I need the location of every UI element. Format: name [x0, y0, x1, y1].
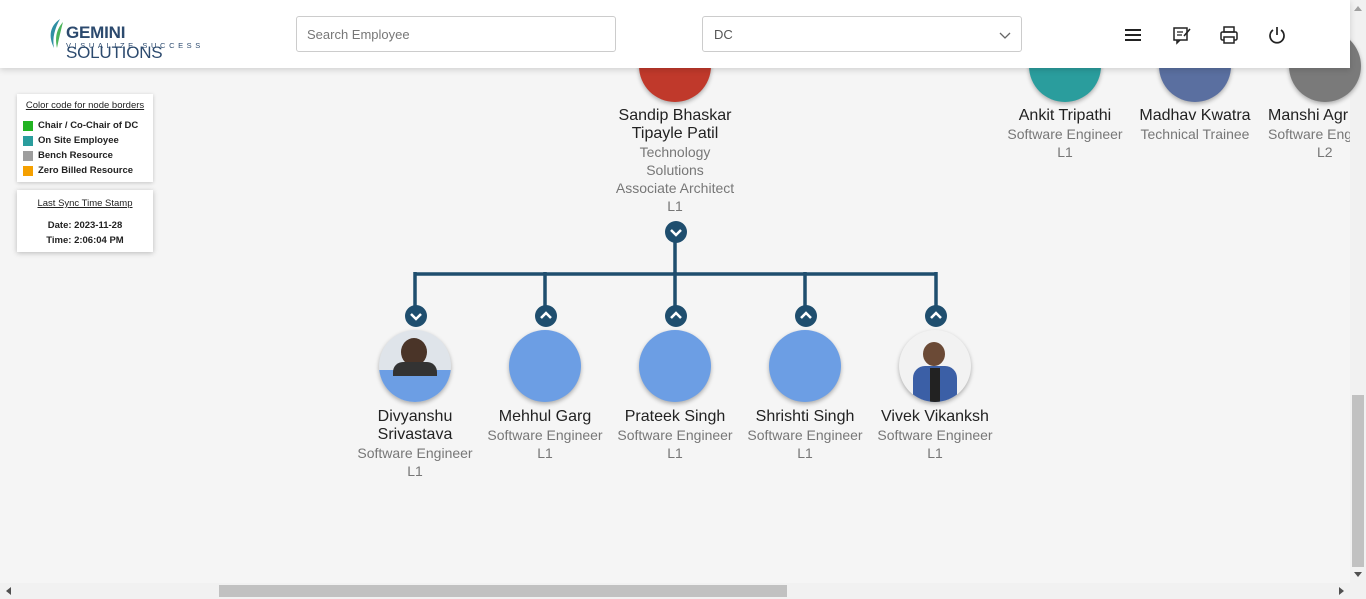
scroll-up-arrow-icon[interactable]	[1350, 2, 1366, 14]
node-department: Technology Solutions	[639, 144, 711, 178]
node-name: Mehhul Garg	[498, 408, 592, 425]
node-title: Software Engineer	[357, 445, 473, 461]
expand-toggle-icon[interactable]	[404, 304, 428, 328]
node-title: Software Engineer	[747, 427, 863, 443]
node-name: Manshi Agr	[1268, 107, 1349, 124]
dc-select-value: DC	[714, 27, 733, 42]
collapse-toggle-icon[interactable]	[664, 304, 688, 328]
logo-leaf-icon	[50, 19, 63, 48]
node-title: Software Engineer	[487, 427, 603, 443]
org-node[interactable]: Divyanshu Srivastava Software Engineer L…	[350, 408, 480, 480]
org-node[interactable]: Ankit Tripathi Software Engineer L1	[1000, 107, 1130, 161]
node-title: Software Eng	[1268, 126, 1350, 142]
node-title: Software Engineer	[877, 427, 993, 443]
node-level: L1	[667, 198, 683, 214]
node-name: Madhav Kwatra	[1139, 107, 1251, 124]
dc-select[interactable]: DC	[702, 16, 1022, 52]
node-title: Software Engineer	[1007, 126, 1123, 142]
node-level: L1	[667, 445, 683, 461]
node-name: Vivek Vikanksh	[881, 408, 989, 425]
avatar[interactable]	[509, 330, 581, 402]
print-icon[interactable]	[1218, 24, 1240, 46]
company-logo[interactable]: GEMINI SOLUTIONS VISUALIZE SUCCESS	[46, 18, 216, 62]
node-level: L1	[1057, 144, 1073, 160]
org-node[interactable]: Prateek Singh Software Engineer L1	[610, 408, 740, 462]
node-title: Technical Trainee	[1140, 126, 1250, 142]
node-name: Shrishti Singh	[755, 408, 855, 425]
avatar[interactable]	[639, 330, 711, 402]
collapse-toggle-icon[interactable]	[534, 304, 558, 328]
org-node-parent[interactable]: Sandip Bhaskar Tipayle Patil Technology …	[610, 107, 740, 215]
avatar[interactable]	[769, 330, 841, 402]
org-node[interactable]: Manshi Agr Software Eng L2	[1260, 107, 1350, 161]
node-title: Software Engineer	[617, 427, 733, 443]
node-name: Sandip Bhaskar Tipayle Patil	[618, 107, 732, 142]
node-name: Prateek Singh	[624, 408, 726, 425]
org-node[interactable]: Mehhul Garg Software Engineer L1	[480, 408, 610, 462]
node-name: Divyanshu Srivastava	[377, 408, 453, 443]
avatar[interactable]	[899, 330, 971, 402]
avatar[interactable]	[379, 330, 451, 402]
chevron-down-icon	[999, 32, 1011, 39]
node-level: L2	[1317, 144, 1333, 160]
scroll-down-arrow-icon[interactable]	[1350, 569, 1366, 581]
org-node[interactable]: Shrishti Singh Software Engineer L1	[740, 408, 870, 462]
node-title: Associate Architect	[615, 180, 735, 196]
menu-icon[interactable]	[1123, 24, 1145, 46]
collapse-toggle-icon[interactable]	[924, 304, 948, 328]
collapse-toggle-icon[interactable]	[794, 304, 818, 328]
node-level: L1	[927, 445, 943, 461]
vertical-scroll-thumb[interactable]	[1352, 395, 1364, 567]
feedback-icon[interactable]	[1171, 24, 1193, 46]
logo-tagline: VISUALIZE SUCCESS	[66, 41, 204, 50]
top-header: GEMINI SOLUTIONS VISUALIZE SUCCESS DC	[0, 0, 1350, 68]
org-node[interactable]: Madhav Kwatra Technical Trainee	[1130, 107, 1260, 143]
node-level: L1	[537, 445, 553, 461]
power-icon[interactable]	[1266, 24, 1288, 46]
collapse-toggle-icon[interactable]	[664, 220, 688, 244]
search-employee-input[interactable]	[296, 16, 616, 52]
node-name: Ankit Tripathi	[1018, 107, 1112, 124]
node-level: L1	[407, 463, 423, 479]
org-node[interactable]: Vivek Vikanksh Software Engineer L1	[870, 408, 1000, 462]
node-level: L1	[797, 445, 813, 461]
